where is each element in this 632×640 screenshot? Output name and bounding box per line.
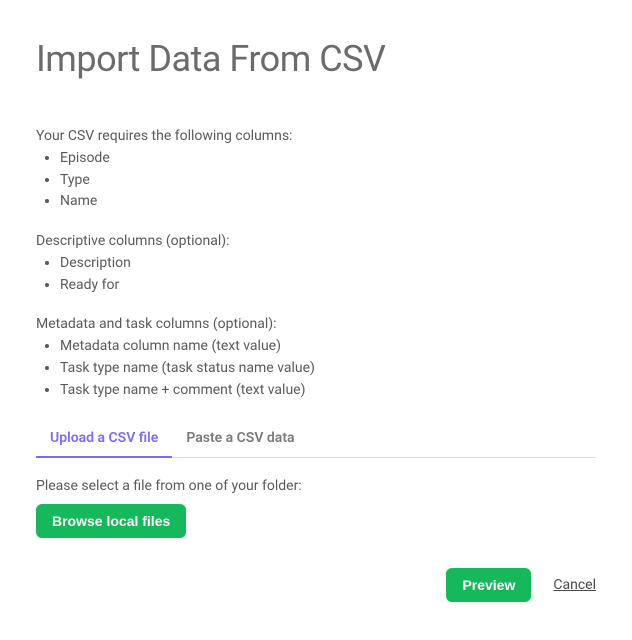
tab-paste-csv[interactable]: Paste a CSV data bbox=[172, 422, 308, 458]
page-title: Import Data From CSV bbox=[36, 38, 596, 80]
browse-local-files-button[interactable]: Browse local files bbox=[36, 504, 186, 538]
metadata-columns-list: Metadata column name (text value) Task t… bbox=[36, 336, 596, 401]
list-item: Description bbox=[60, 253, 596, 275]
metadata-columns-intro: Metadata and task columns (optional): bbox=[36, 316, 596, 332]
tab-upload-csv[interactable]: Upload a CSV file bbox=[36, 422, 172, 458]
cancel-link[interactable]: Cancel bbox=[553, 577, 596, 593]
required-columns-intro: Your CSV requires the following columns: bbox=[36, 128, 596, 144]
list-item: Task type name + comment (text value) bbox=[60, 380, 596, 402]
list-item: Episode bbox=[60, 148, 596, 170]
list-item: Task type name (task status name value) bbox=[60, 358, 596, 380]
list-item: Name bbox=[60, 191, 596, 213]
required-columns-list: Episode Type Name bbox=[36, 148, 596, 213]
descriptive-columns-list: Description Ready for bbox=[36, 253, 596, 296]
list-item: Metadata column name (text value) bbox=[60, 336, 596, 358]
file-select-instruction: Please select a file from one of your fo… bbox=[36, 478, 596, 494]
descriptive-columns-intro: Descriptive columns (optional): bbox=[36, 233, 596, 249]
footer: Preview Cancel bbox=[36, 568, 596, 602]
list-item: Ready for bbox=[60, 275, 596, 297]
tabs: Upload a CSV file Paste a CSV data bbox=[36, 422, 596, 458]
list-item: Type bbox=[60, 170, 596, 192]
preview-button[interactable]: Preview bbox=[446, 568, 531, 602]
